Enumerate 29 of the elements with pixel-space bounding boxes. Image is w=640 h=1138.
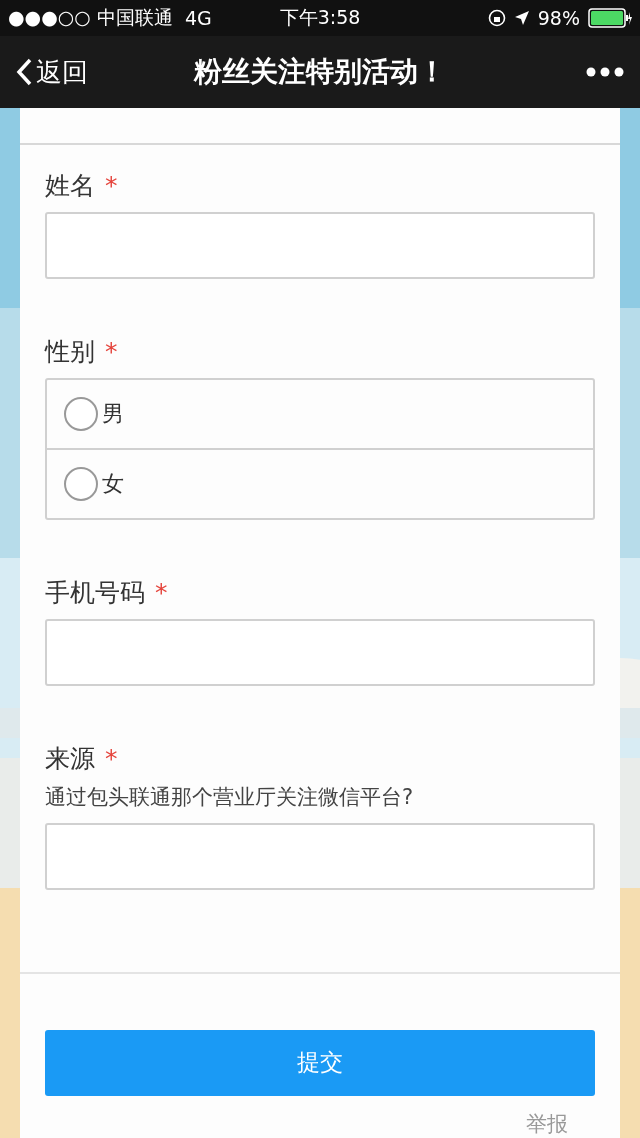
radio-button[interactable]	[64, 396, 98, 431]
option-label: 女	[102, 469, 124, 498]
more-icon[interactable]	[586, 67, 624, 77]
battery-text: 98%	[537, 7, 580, 29]
required-mark: *	[105, 170, 118, 200]
required-mark: *	[105, 743, 118, 773]
back-button[interactable]: 返回	[16, 54, 88, 90]
input-field[interactable]	[45, 618, 595, 686]
field-label: 性别	[45, 335, 95, 368]
time-text: 下午3:58	[279, 5, 361, 30]
back-chevron-icon	[16, 58, 32, 86]
required-mark: *	[155, 577, 168, 607]
report-link[interactable]: 举报	[526, 1110, 568, 1138]
field-label: 来源	[45, 742, 95, 775]
required-mark: *	[105, 336, 118, 366]
lock-rotation-icon	[487, 9, 506, 27]
field-label: 手机号码	[45, 576, 145, 609]
field-label: 姓名	[45, 169, 95, 202]
page-title: 粉丝关注特别活动！	[194, 54, 446, 90]
carrier-text: ●●●○○ 中国联通	[8, 5, 173, 30]
battery-icon	[588, 8, 632, 28]
input-field[interactable]	[45, 822, 595, 890]
network-text: 4G	[184, 7, 212, 29]
input-field[interactable]	[45, 211, 595, 279]
location-arrow-icon	[513, 10, 530, 26]
option-label: 男	[102, 399, 124, 428]
field-description: 通过包头联通那个营业厅关注微信平台?	[45, 783, 415, 811]
submit-button[interactable]: 提交	[45, 1029, 595, 1096]
radio-button[interactable]	[64, 466, 98, 501]
